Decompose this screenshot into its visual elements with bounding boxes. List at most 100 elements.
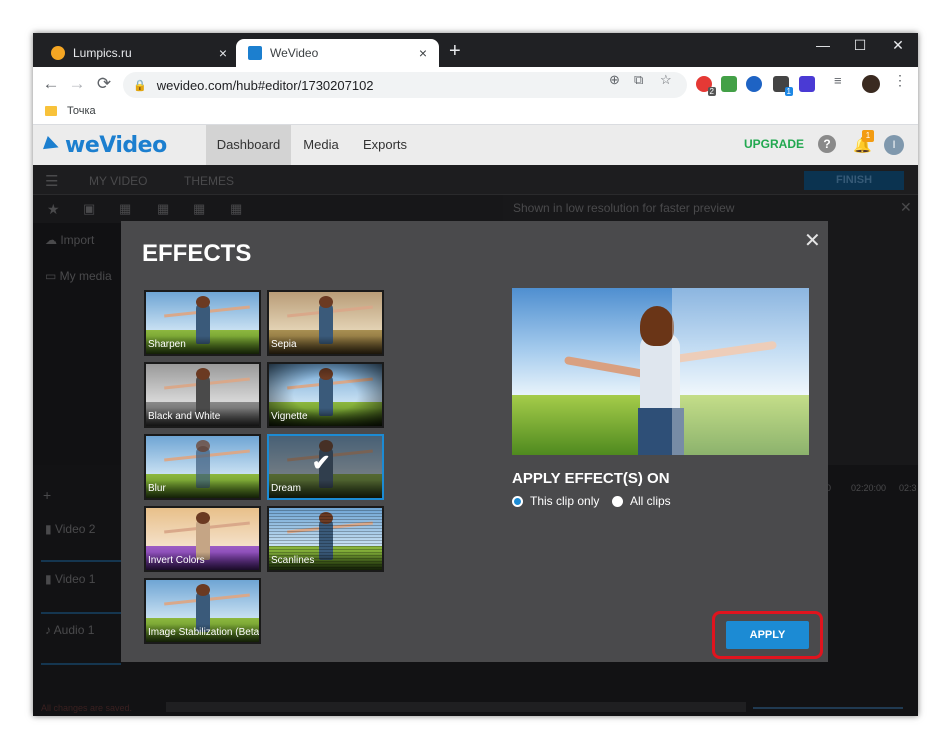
themes-tab[interactable]: THEMES <box>184 174 234 188</box>
nav-exports[interactable]: Exports <box>355 125 415 165</box>
profile-avatar[interactable] <box>862 75 880 93</box>
reload-button[interactable]: ⟳ <box>93 74 115 94</box>
music-extension-icon[interactable] <box>721 76 737 92</box>
track-label: Video 1 <box>54 572 96 586</box>
address-bar[interactable]: 🔒 wevideo.com/hub#editor/1730207102 <box>123 72 687 98</box>
cloud-upload-icon: ☁ <box>45 233 61 247</box>
tab-strip: Lumpics.ru × WeVideo × + — ☐ ✕ <box>33 33 918 67</box>
effect-invert-colors[interactable]: Invert Colors <box>144 506 261 572</box>
nav-media[interactable]: Media <box>295 125 347 165</box>
address-text: wevideo.com/hub#editor/1730207102 <box>156 77 374 93</box>
zoom-slider[interactable] <box>753 707 903 709</box>
add-track-icon[interactable]: + <box>43 487 51 503</box>
maximize-button[interactable]: ☐ <box>845 37 875 54</box>
track-divider <box>41 663 121 665</box>
track-divider <box>41 560 121 562</box>
track-video-1[interactable]: ▮ Video 1 <box>45 572 95 586</box>
extension-icon[interactable]: 2 <box>696 76 716 96</box>
forward-button[interactable]: → <box>66 74 88 94</box>
my-media-label: My media <box>59 269 112 283</box>
star-icon[interactable]: ★ <box>47 201 60 218</box>
radio-all-clips[interactable]: All clips <box>612 494 671 508</box>
close-window-button[interactable]: ✕ <box>883 37 913 54</box>
upgrade-link[interactable]: UPGRADE <box>744 137 804 151</box>
image-icon[interactable]: ▦ <box>230 201 242 217</box>
logo-mark-icon <box>43 136 61 154</box>
folder-icon[interactable]: ▣ <box>83 201 95 217</box>
track-icon: ▮ <box>45 572 55 586</box>
logo-text: weVideo <box>65 132 167 158</box>
star-icon[interactable]: ☆ <box>660 72 672 88</box>
effect-label: Scanlines <box>271 555 315 566</box>
track-audio-1[interactable]: ♪ Audio 1 <box>45 623 94 637</box>
minimize-button[interactable]: — <box>808 37 838 53</box>
image-icon[interactable]: ▦ <box>193 201 205 217</box>
effect-label: Dream <box>271 483 302 494</box>
effect-label: Sharpen <box>148 339 186 350</box>
radio-button[interactable] <box>512 495 523 507</box>
wevideo-logo[interactable]: weVideo <box>43 132 167 158</box>
new-tab-button[interactable]: + <box>449 41 461 61</box>
checkmark-icon: ✔ <box>312 450 331 475</box>
notification-badge: 1 <box>862 130 874 142</box>
close-tab-icon[interactable]: × <box>415 45 431 61</box>
my-media-folder[interactable]: ▭ My media <box>45 269 112 283</box>
folder-icon <box>45 106 57 116</box>
cube-extension-icon[interactable]: 1 <box>773 76 793 96</box>
image-icon[interactable]: ▦ <box>157 201 169 217</box>
effect-scanlines[interactable]: Scanlines <box>267 506 384 572</box>
media-tabs-bar: ★ ▣ ▦ ▦ ▦ ▦ <box>33 195 503 223</box>
effect-sharpen[interactable]: Sharpen <box>144 290 261 356</box>
effect-vignette[interactable]: Vignette <box>267 362 384 428</box>
folder-icon: ▭ <box>45 269 60 283</box>
effect-sepia[interactable]: Sepia <box>267 290 384 356</box>
more-menu-icon[interactable]: ⋮ <box>893 72 909 88</box>
avatar[interactable]: I <box>884 135 904 155</box>
finish-button[interactable]: FINISH <box>804 171 904 190</box>
effect-black-and-white[interactable]: Black and White <box>144 362 261 428</box>
modal-title: EFFECTS <box>142 240 252 267</box>
app-header: weVideo Dashboard Media Exports UPGRADE … <box>33 125 918 165</box>
translate-icon[interactable]: ⧉ <box>634 72 643 88</box>
editor-top-bar: ☰ MY VIDEO THEMES FINISH <box>33 165 918 195</box>
effect-label: Invert Colors <box>148 555 205 566</box>
close-tab-icon[interactable]: × <box>215 45 231 61</box>
effect-label: Blur <box>148 483 166 494</box>
wevideo-favicon-icon <box>248 46 262 60</box>
close-modal-button[interactable]: ✕ <box>804 228 821 253</box>
effect-label: Black and White <box>148 411 221 422</box>
radio-button[interactable] <box>612 495 623 507</box>
effect-blur[interactable]: Blur <box>144 434 261 500</box>
nav-dashboard[interactable]: Dashboard <box>206 125 291 165</box>
tab-wevideo[interactable]: WeVideo × <box>236 39 439 67</box>
lumpics-favicon-icon <box>51 46 65 60</box>
apply-button[interactable]: APPLY <box>726 621 809 649</box>
effect-image-stabilization[interactable]: Image Stabilization (Beta) <box>144 578 261 644</box>
my-video-tab[interactable]: MY VIDEO <box>89 174 147 188</box>
track-video-2[interactable]: ▮ Video 2 <box>45 522 95 536</box>
radio-this-clip-only[interactable]: This clip only <box>512 494 599 508</box>
globe-extension-icon[interactable] <box>746 76 762 92</box>
tab-title: WeVideo <box>270 46 319 60</box>
close-notice-icon[interactable]: ✕ <box>900 199 912 216</box>
media-control-icon[interactable]: ≡ <box>834 73 850 89</box>
lock-icon: 🔒 <box>133 79 147 92</box>
track-label: Video 2 <box>54 522 96 536</box>
back-button[interactable]: ← <box>40 74 62 94</box>
track-divider <box>41 612 121 614</box>
time-tick: 02:20:00 <box>851 483 887 493</box>
effect-dream[interactable]: ✔ Dream <box>267 434 384 500</box>
music-note-icon: ♪ <box>45 623 54 637</box>
hamburger-menu-icon[interactable]: ☰ <box>45 172 58 190</box>
tab-lumpics[interactable]: Lumpics.ru × <box>39 39 239 67</box>
timeline-scrollbar[interactable] <box>166 702 746 712</box>
help-icon[interactable]: ? <box>818 135 836 153</box>
image-icon[interactable]: ▦ <box>119 201 131 217</box>
import-button[interactable]: ☁ Import <box>45 233 94 247</box>
effect-label: Image Stabilization (Beta) <box>148 627 261 638</box>
add-bookmark-icon[interactable]: ⊕ <box>609 72 620 88</box>
bookmark-item[interactable]: Точка <box>45 105 96 117</box>
tab-title: Lumpics.ru <box>73 46 132 60</box>
screen-extension-icon[interactable] <box>799 76 815 92</box>
import-label: Import <box>60 233 95 247</box>
